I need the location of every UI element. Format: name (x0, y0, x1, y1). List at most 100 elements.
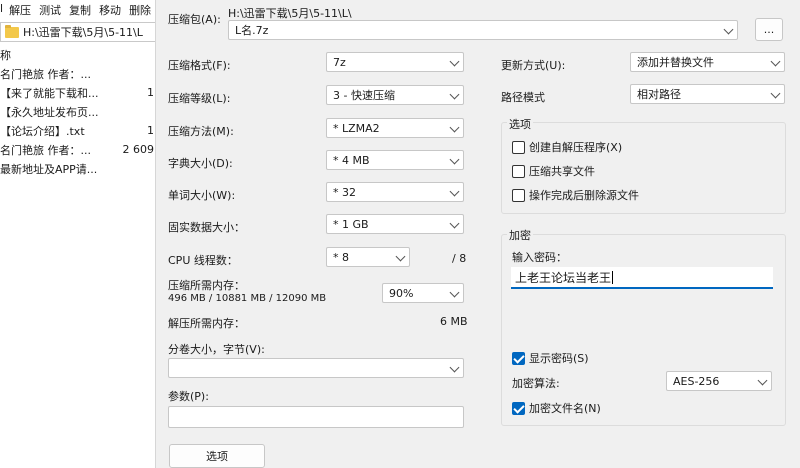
update-label: 更新方式(U): (501, 59, 566, 72)
column-header-name[interactable]: 称 (0, 47, 11, 63)
word-label: 单词大小(W): (168, 189, 236, 202)
file-row[interactable]: 【论坛介绍】.txt 1 (0, 121, 158, 140)
shared-checkbox[interactable]: 压缩共享文件 (512, 163, 595, 179)
file-size: 1 (147, 124, 154, 137)
word-value: * 32 (333, 185, 356, 199)
path-mode-combo[interactable]: 相对路径 (630, 84, 785, 104)
chevron-down-icon (449, 362, 460, 373)
split-combo[interactable] (168, 358, 464, 378)
file-size: 2 609 (122, 143, 155, 156)
show-password-checkbox[interactable]: 显示密码(S) (512, 350, 589, 366)
cpu-value: * 8 (333, 250, 349, 264)
file-row[interactable]: 名门艳旅 作者：... 2 609 (0, 140, 158, 159)
method-value: * LZMA2 (333, 121, 380, 135)
mem-label: 压缩所需内存： (168, 279, 245, 292)
menu-item-extract[interactable]: 解压 (5, 0, 35, 18)
method-combo[interactable]: * LZMA2 (326, 118, 464, 138)
params-label: 参数(P): (168, 390, 209, 403)
algo-label: 加密算法: (512, 377, 560, 390)
checkbox-checked-icon (512, 351, 525, 365)
solid-label: 固实数据大小： (168, 221, 245, 234)
file-name: 【永久地址发布页... (0, 105, 99, 119)
file-name: 【来了就能下载和... (0, 86, 99, 100)
file-row[interactable]: 【来了就能下载和... 1 (0, 83, 158, 102)
cpu-label: CPU 线程数： (168, 254, 238, 267)
chevron-down-icon (757, 375, 768, 386)
encryption-group-title: 加密 (507, 227, 533, 243)
file-name: 名门艳旅 作者：... (0, 143, 91, 157)
show-password-label: 显示密码(S) (529, 352, 589, 365)
mem-percent-combo[interactable]: 90% (382, 283, 464, 303)
update-combo[interactable]: 添加并替换文件 (630, 52, 785, 72)
menu-item-test[interactable]: 测试 (35, 0, 65, 18)
archive-name-combo[interactable]: L名.7z (228, 20, 738, 40)
level-value: 3 - 快速压缩 (333, 89, 395, 102)
menu-item-copy[interactable]: 复制 (65, 0, 95, 18)
params-input[interactable] (168, 406, 464, 428)
path-mode-label: 路径模式 (501, 91, 545, 104)
word-combo[interactable]: * 32 (326, 182, 464, 202)
chevron-down-icon (449, 218, 460, 229)
text-caret (612, 270, 614, 284)
algo-combo[interactable]: AES-256 (666, 371, 772, 391)
mem-percent-value: 90% (389, 286, 414, 300)
encrypt-names-checkbox[interactable]: 加密文件名(N) (512, 400, 601, 416)
dict-combo[interactable]: * 4 MB (326, 150, 464, 170)
browse-button[interactable]: ... (755, 18, 783, 41)
shared-label: 压缩共享文件 (529, 165, 595, 178)
password-label: 输入密码： (512, 251, 567, 264)
checkbox-icon (512, 188, 525, 202)
delete-label: 操作完成后删除源文件 (529, 189, 639, 202)
delete-checkbox[interactable]: 操作完成后删除源文件 (512, 187, 639, 203)
decomp-value: 6 MB (440, 315, 468, 328)
archive-name-value: L名.7z (235, 24, 269, 37)
file-row[interactable]: 最新地址及APP请... (0, 159, 158, 178)
menu-bar: l 解压 测试 复制 移动 删除 (0, 0, 160, 18)
cpu-combo[interactable]: * 8 (326, 247, 410, 267)
file-name: 最新地址及APP请... (0, 162, 98, 176)
chevron-down-icon (723, 24, 734, 35)
add-to-archive-dialog: 压缩包(A): H:\迅雷下载\5月\5-11\L\ L名.7z ... 压缩格… (155, 0, 800, 468)
menu-item-move[interactable]: 移动 (95, 0, 125, 18)
archive-label: 压缩包(A): (168, 13, 221, 26)
sfx-checkbox[interactable]: 创建自解压程序(X) (512, 139, 622, 155)
mem-value: 496 MB / 10881 MB / 12090 MB (168, 293, 327, 304)
chevron-down-icon (770, 88, 781, 99)
checkbox-checked-icon (512, 401, 525, 415)
file-name: 名门艳旅 作者：... (0, 67, 91, 81)
address-bar[interactable]: H:\迅雷下载\5月\5-11\L (0, 22, 158, 42)
chevron-down-icon (449, 186, 460, 197)
update-value: 添加并替换文件 (637, 56, 714, 69)
path-mode-value: 相对路径 (637, 88, 681, 101)
options-group-title: 选项 (507, 116, 533, 132)
file-size: 1 (147, 86, 154, 99)
file-row[interactable]: 【永久地址发布页... (0, 102, 158, 121)
password-text: 上老王论坛当老王 (515, 270, 612, 285)
chevron-down-icon (449, 122, 460, 133)
file-list: 名门艳旅 作者：... 【来了就能下载和... 1 【永久地址发布页... 【论坛… (0, 64, 158, 178)
decomp-label: 解压所需内存： (168, 317, 245, 330)
level-combo[interactable]: 3 - 快速压缩 (326, 85, 464, 105)
archive-directory: H:\迅雷下载\5月\5-11\L\ (228, 7, 352, 20)
format-value: 7z (333, 55, 346, 69)
chevron-down-icon (395, 251, 406, 262)
solid-combo[interactable]: * 1 GB (326, 214, 464, 234)
cpu-max: / 8 (452, 252, 467, 265)
sfx-label: 创建自解压程序(X) (529, 141, 623, 154)
options-button[interactable]: 选项 (169, 444, 265, 468)
format-combo[interactable]: 7z (326, 52, 464, 72)
dict-label: 字典大小(D): (168, 157, 233, 170)
folder-icon (5, 24, 19, 38)
password-input[interactable]: 上老王论坛当老王 (511, 267, 773, 289)
file-row[interactable]: 名门艳旅 作者：... (0, 64, 158, 83)
chevron-down-icon (449, 89, 460, 100)
format-label: 压缩格式(F): (168, 59, 231, 72)
chevron-down-icon (770, 56, 781, 67)
level-label: 压缩等级(L): (168, 92, 231, 105)
chevron-down-icon (449, 287, 460, 298)
checkbox-icon (512, 140, 525, 154)
menu-item-delete[interactable]: 删除 (125, 0, 155, 18)
algo-value: AES-256 (673, 374, 720, 388)
address-path: H:\迅雷下载\5月\5-11\L (23, 26, 143, 39)
chevron-down-icon (449, 154, 460, 165)
